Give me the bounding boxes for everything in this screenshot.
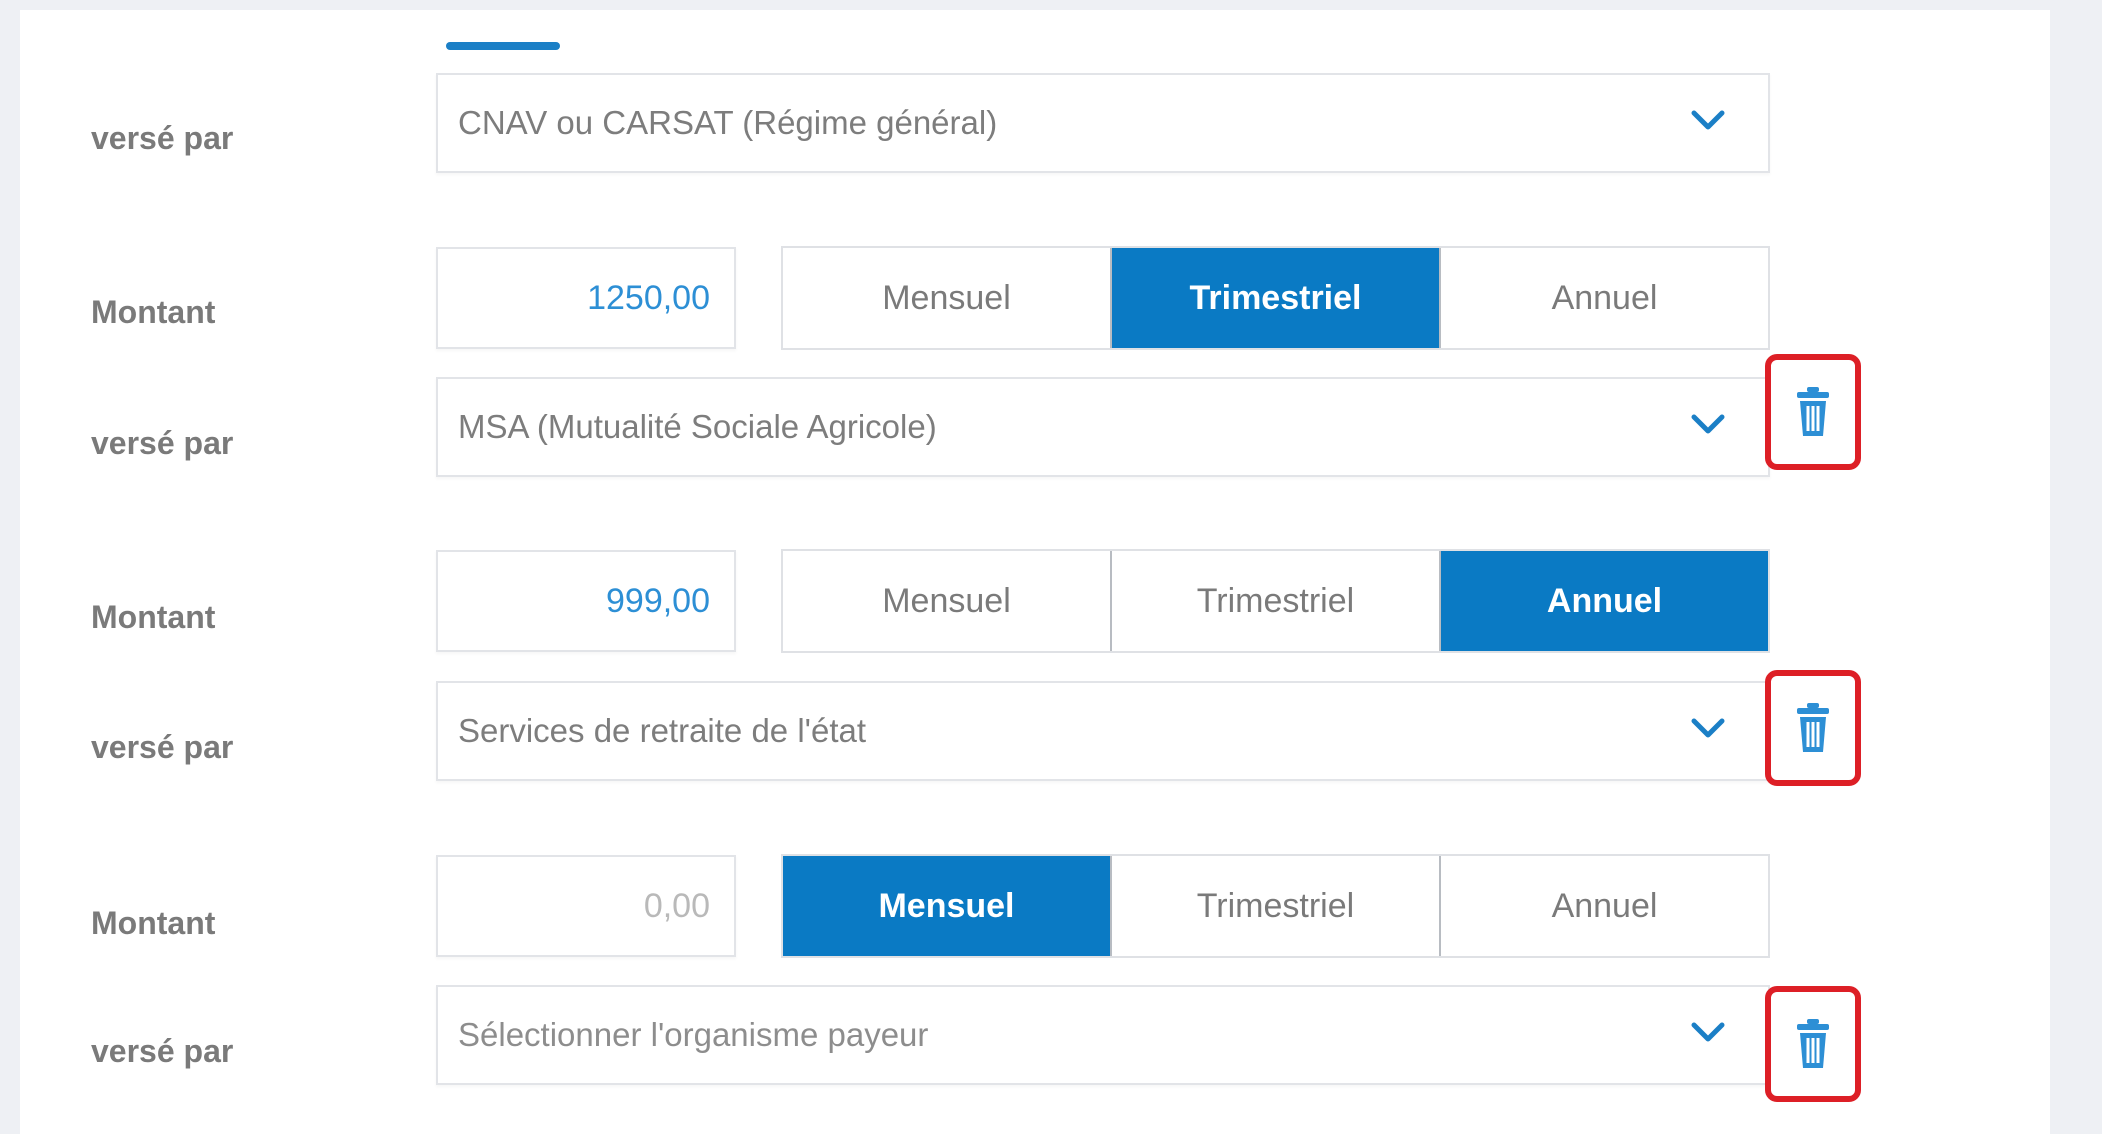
chevron-down-icon xyxy=(1691,414,1725,434)
payer-select[interactable]: Services de retraite de l'état xyxy=(436,681,1770,781)
period-mensuel-button[interactable]: Mensuel xyxy=(783,551,1110,651)
payer-select[interactable]: CNAV ou CARSAT (Régime général) xyxy=(436,73,1770,173)
amount-input[interactable]: 999,00 xyxy=(436,550,736,652)
period-annuel-button[interactable]: Annuel xyxy=(1439,856,1768,956)
payer-select[interactable]: Sélectionner l'organisme payeur xyxy=(436,985,1770,1085)
delete-payer-button[interactable] xyxy=(1765,354,1861,470)
active-tab-indicator xyxy=(446,42,560,50)
payer-select-placeholder: Sélectionner l'organisme payeur xyxy=(458,1016,929,1053)
trash-icon xyxy=(1797,703,1829,752)
period-trimestriel-button[interactable]: Trimestriel xyxy=(1110,248,1439,348)
period-trimestriel-button[interactable]: Trimestriel xyxy=(1110,856,1439,956)
montant-label: Montant xyxy=(91,599,216,635)
chevron-down-icon xyxy=(1691,1022,1725,1042)
chevron-down-icon xyxy=(1691,110,1725,130)
period-annuel-button[interactable]: Annuel xyxy=(1439,248,1768,348)
delete-payer-button[interactable] xyxy=(1765,670,1861,786)
verse-par-label: versé par xyxy=(91,425,234,461)
payer-select-value: Services de retraite de l'état xyxy=(458,712,867,749)
montant-label: Montant xyxy=(91,905,216,941)
trash-icon xyxy=(1797,387,1829,436)
payer-select-value: MSA (Mutualité Sociale Agricole) xyxy=(458,408,937,445)
period-annuel-button[interactable]: Annuel xyxy=(1439,551,1768,651)
payer-select-value: CNAV ou CARSAT (Régime général) xyxy=(458,104,998,141)
verse-par-label: versé par xyxy=(91,729,234,765)
period-mensuel-button[interactable]: Mensuel xyxy=(783,248,1110,348)
period-toggle-group: Mensuel Trimestriel Annuel xyxy=(781,246,1770,350)
chevron-down-icon xyxy=(1691,718,1725,738)
period-toggle-group: Mensuel Trimestriel Annuel xyxy=(781,549,1770,653)
verse-par-label: versé par xyxy=(91,120,234,156)
montant-label: Montant xyxy=(91,294,216,330)
period-mensuel-button[interactable]: Mensuel xyxy=(783,856,1110,956)
period-toggle-group: Mensuel Trimestriel Annuel xyxy=(781,854,1770,958)
verse-par-label: versé par xyxy=(91,1033,234,1069)
amount-input[interactable]: 0,00 xyxy=(436,855,736,957)
payer-select[interactable]: MSA (Mutualité Sociale Agricole) xyxy=(436,377,1770,477)
trash-icon xyxy=(1797,1019,1829,1068)
amount-input[interactable]: 1250,00 xyxy=(436,247,736,349)
delete-payer-button[interactable] xyxy=(1765,986,1861,1102)
period-trimestriel-button[interactable]: Trimestriel xyxy=(1110,551,1439,651)
